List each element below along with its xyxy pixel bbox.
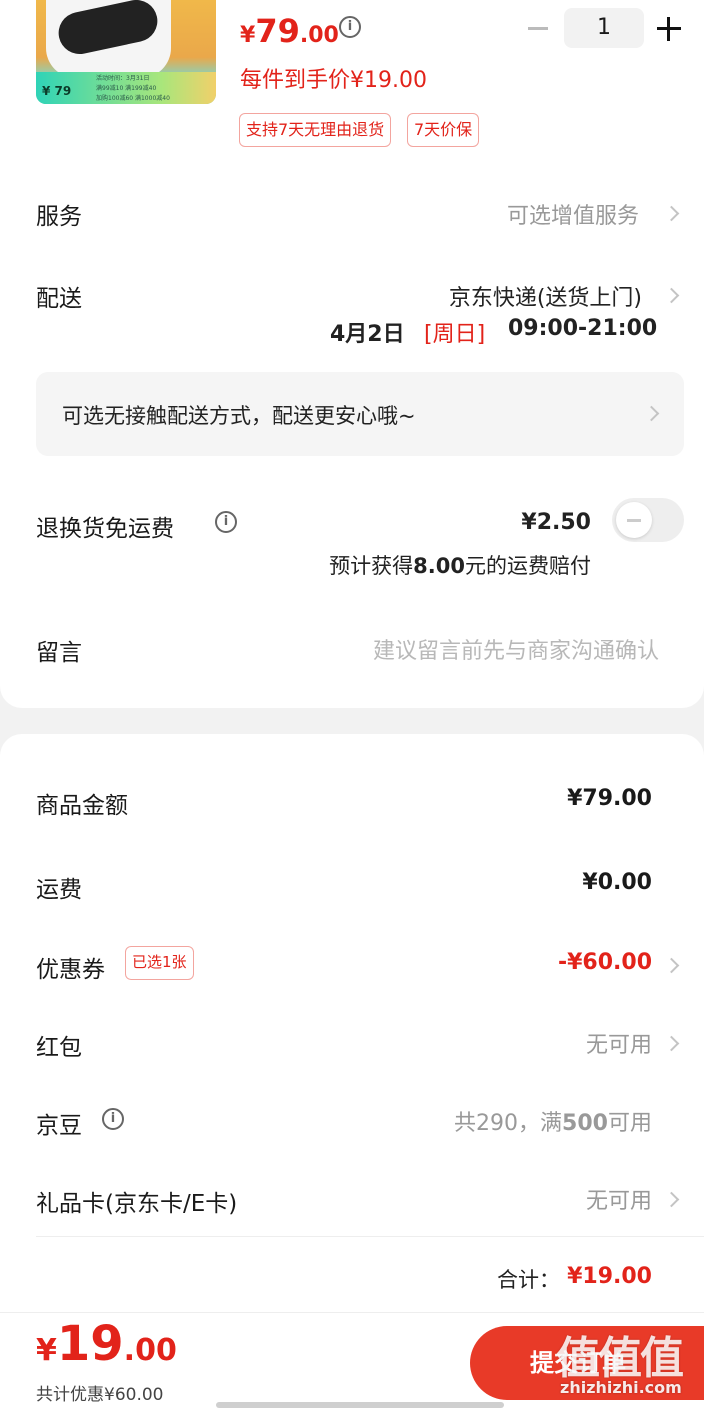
toggle-knob (616, 502, 652, 538)
price-decimal: .00 (299, 23, 339, 48)
total-savings: 共计优惠¥60.00 (36, 1385, 164, 1405)
service-label: 服务 (36, 204, 82, 230)
each-price: 每件到手价¥19.00 (240, 68, 427, 93)
return-shipping-info-icon[interactable]: i (215, 511, 237, 533)
shipping-fee-label: 运费 (36, 877, 82, 903)
coupon-value[interactable]: -¥60.00 (558, 950, 652, 975)
chevron-right-icon (646, 403, 660, 425)
price-integer: 79 (255, 12, 300, 50)
goods-amount-value: ¥79.00 (567, 786, 652, 811)
chevron-right-icon (666, 955, 680, 977)
product-price: ¥79.00 (240, 12, 339, 50)
return-shipping-price: ¥2.50 (521, 510, 591, 535)
delivery-label: 配送 (36, 286, 82, 312)
total-value: ¥19.00 (567, 1264, 652, 1289)
quantity-input[interactable]: 1 (564, 8, 644, 48)
product-thumbnail[interactable]: 活动时间：3月31日 满99减10 满199减40 加购100减60 满1000… (36, 0, 216, 104)
red-packet-label: 红包 (36, 1035, 82, 1061)
gift-card-label: 礼品卡(京东卡/E卡) (36, 1191, 238, 1217)
goods-amount-label: 商品金额 (36, 793, 128, 819)
order-main-card (0, 0, 704, 708)
message-label: 留言 (36, 640, 82, 666)
thumbnail-price: ¥ 79 (42, 84, 72, 98)
contactless-text: 可选无接触配送方式，配送更安心哦~ (62, 404, 416, 428)
jingdou-value: 共290，满500可用 (454, 1111, 652, 1136)
delivery-weekday: [周日] (424, 322, 486, 347)
thumbnail-promo-line: 满99减10 满199减40 (96, 85, 157, 92)
watermark-url: zhizhizhi.com (560, 1378, 682, 1397)
delivery-date: 4月2日 (330, 322, 405, 347)
tag-price-protect: 7天价保 (407, 113, 480, 147)
checkout-total-decimal: .00 (123, 1333, 177, 1368)
summary-divider (36, 1236, 704, 1237)
message-input[interactable]: 建议留言前先与商家沟通确认 (373, 633, 659, 665)
home-indicator[interactable] (216, 1402, 504, 1408)
gift-card-value[interactable]: 无可用 (586, 1183, 652, 1215)
shipping-fee-value: ¥0.00 (582, 870, 652, 895)
return-shipping-label: 退换货免运费 (36, 516, 174, 542)
red-packet-value[interactable]: 无可用 (586, 1027, 652, 1059)
chevron-right-icon (666, 203, 680, 225)
contactless-delivery-row[interactable]: 可选无接触配送方式，配送更安心哦~ (36, 372, 684, 456)
tag-7day-return: 支持7天无理由退货 (239, 113, 392, 147)
delivery-time: 09:00-21:00 (508, 316, 658, 341)
service-value[interactable]: 可选增值服务 (507, 198, 639, 230)
total-label: 合计： (497, 1268, 560, 1292)
coupon-selected-badge: 已选1张 (125, 946, 194, 980)
coupon-label: 优惠券 (36, 957, 105, 983)
jingdou-info-icon[interactable]: i (102, 1108, 124, 1130)
chevron-right-icon (666, 1033, 680, 1055)
site-watermark: 值值值 zhizhizhi.com (556, 1322, 704, 1412)
chevron-right-icon (666, 285, 680, 307)
thumbnail-promo-line: 活动时间：3月31日 (96, 75, 150, 82)
checkout-currency: ¥ (36, 1333, 57, 1368)
watermark-logo: 值值值 (556, 1333, 684, 1384)
delivery-method[interactable]: 京东快递(送货上门) (449, 280, 642, 312)
checkout-total-integer: 19 (56, 1316, 124, 1372)
checkout-total: ¥19.00 (36, 1316, 177, 1372)
quantity-minus-button[interactable] (526, 16, 550, 40)
return-shipping-toggle[interactable] (612, 498, 684, 542)
return-shipping-note: 预计获得8.00元的运费赔付 (329, 554, 591, 578)
quantity-plus-button[interactable] (656, 16, 682, 42)
thumbnail-promo-line: 加购100减60 满1000减40 (96, 95, 170, 102)
jingdou-label: 京豆 (36, 1113, 82, 1139)
chevron-right-icon (666, 1189, 680, 1211)
price-currency: ¥ (240, 23, 256, 48)
price-info-icon[interactable]: i (339, 16, 361, 38)
